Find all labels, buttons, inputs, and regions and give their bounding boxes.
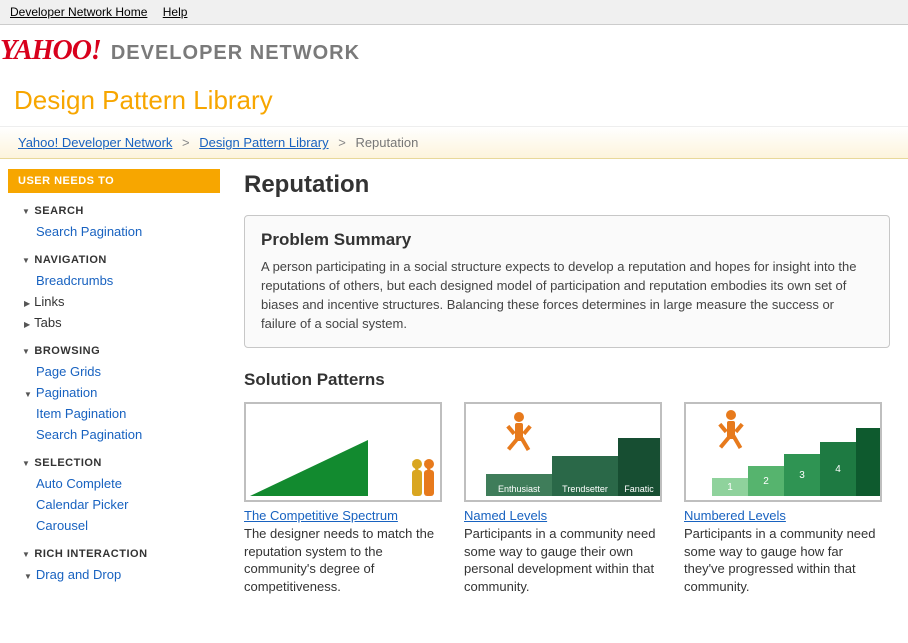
breadcrumb-link-devnet[interactable]: Yahoo! Developer Network (18, 135, 172, 150)
sidebar-item-search-pagination[interactable]: Search Pagination (36, 224, 142, 239)
breadcrumb: Yahoo! Developer Network > Design Patter… (0, 126, 908, 159)
sidebar-item-calendar-picker[interactable]: Calendar Picker (36, 497, 129, 512)
sidebar-group-browsing: BROWSING Page Grids Pagination Item Pagi… (8, 341, 220, 445)
card-thumb-numbered[interactable]: 1 2 3 4 (684, 402, 882, 502)
person-climbing-icon (514, 412, 524, 441)
sidebar-group-rich-interaction: RICH INTERACTION Drag and Drop (8, 544, 220, 585)
card-title-competitive[interactable]: The Competitive Spectrum (244, 508, 442, 523)
card-thumb-named[interactable]: Enthusiast Trendsetter Fanatic (464, 402, 662, 502)
topbar: Developer Network Home Help (0, 0, 908, 25)
triangle-icon (250, 440, 368, 496)
sidebar-group-search: SEARCH Search Pagination (8, 201, 220, 242)
sidebar-item-drag-and-drop[interactable]: Drag and Drop (36, 564, 220, 585)
sidebar-heading: USER NEEDS TO (8, 169, 220, 193)
breadcrumb-sep: > (338, 135, 346, 150)
breadcrumb-current: Reputation (355, 135, 418, 150)
step-number: 4 (820, 442, 856, 496)
sidebar-item-breadcrumbs[interactable]: Breadcrumbs (36, 273, 113, 288)
sidebar-item-auto-complete[interactable]: Auto Complete (36, 476, 122, 491)
solutions-heading: Solution Patterns (244, 370, 890, 390)
page-title: Design Pattern Library (14, 85, 908, 116)
sidebar-item-item-pagination[interactable]: Item Pagination (36, 406, 126, 421)
card-thumb-competitive[interactable] (244, 402, 442, 502)
sidebar-item-page-grids[interactable]: Page Grids (36, 364, 101, 379)
sidebar-item-links[interactable]: Links (36, 291, 220, 312)
step-number: 1 (712, 478, 748, 496)
sidebar-item-carousel[interactable]: Carousel (36, 518, 88, 533)
card-desc-numbered: Participants in a community need some wa… (684, 525, 882, 595)
sidebar-category-rich-interaction[interactable]: RICH INTERACTION (8, 544, 220, 564)
step-label: Enthusiast (486, 474, 552, 496)
stairs-icon: Enthusiast Trendsetter Fanatic (486, 438, 660, 496)
topbar-home-link[interactable]: Developer Network Home (10, 5, 147, 19)
sidebar-item-tabs[interactable]: Tabs (36, 312, 220, 333)
step-number: 3 (784, 454, 820, 496)
card-desc-named: Participants in a community need some wa… (464, 525, 662, 595)
sidebar-category-search[interactable]: SEARCH (8, 201, 220, 221)
sidebar-group-navigation: NAVIGATION Breadcrumbs Links Tabs (8, 250, 220, 333)
sidebar-item-pagination[interactable]: Pagination (36, 382, 220, 403)
logo-bang: ! (91, 35, 101, 66)
sidebar: USER NEEDS TO SEARCH Search Pagination N… (0, 159, 220, 596)
problem-summary-body: A person participating in a social struc… (261, 258, 873, 333)
card-desc-competitive: The designer needs to match the reputati… (244, 525, 442, 595)
card-title-numbered[interactable]: Numbered Levels (684, 508, 882, 523)
sidebar-category-browsing[interactable]: BROWSING (8, 341, 220, 361)
step-label: Fanatic (618, 438, 660, 496)
main-heading: Reputation (244, 171, 890, 199)
header: YAHOO! DEVELOPER NETWORK Design Pattern … (0, 25, 908, 116)
yahoo-logo: YAHOO! (0, 35, 101, 67)
sidebar-category-navigation[interactable]: NAVIGATION (8, 250, 220, 270)
solution-cards: The Competitive Spectrum The designer ne… (244, 402, 890, 595)
card-title-named[interactable]: Named Levels (464, 508, 662, 523)
stairs-icon: 1 2 3 4 (712, 428, 880, 496)
sidebar-item-search-pagination-2[interactable]: Search Pagination (36, 427, 142, 442)
card-numbered-levels: 1 2 3 4 Numbered Levels Participants in … (684, 402, 882, 595)
problem-summary-box: Problem Summary A person participating i… (244, 215, 890, 348)
logo-text-devnet: DEVELOPER NETWORK (111, 42, 360, 65)
main-content: Reputation Problem Summary A person part… (220, 159, 908, 596)
sidebar-group-selection: SELECTION Auto Complete Calendar Picker … (8, 453, 220, 536)
breadcrumb-sep: > (182, 135, 190, 150)
sidebar-category-selection[interactable]: SELECTION (8, 453, 220, 473)
card-competitive-spectrum: The Competitive Spectrum The designer ne… (244, 402, 442, 595)
step-number: 2 (748, 466, 784, 496)
card-named-levels: Enthusiast Trendsetter Fanatic Named Lev… (464, 402, 662, 595)
breadcrumb-link-library[interactable]: Design Pattern Library (199, 135, 328, 150)
people-icon (412, 459, 434, 496)
logo-row: YAHOO! DEVELOPER NETWORK (0, 35, 908, 67)
topbar-help-link[interactable]: Help (163, 5, 188, 19)
logo-text-yahoo: YAHOO (0, 35, 91, 66)
step-number (856, 428, 880, 496)
step-label: Trendsetter (552, 456, 618, 496)
problem-summary-heading: Problem Summary (261, 230, 873, 250)
